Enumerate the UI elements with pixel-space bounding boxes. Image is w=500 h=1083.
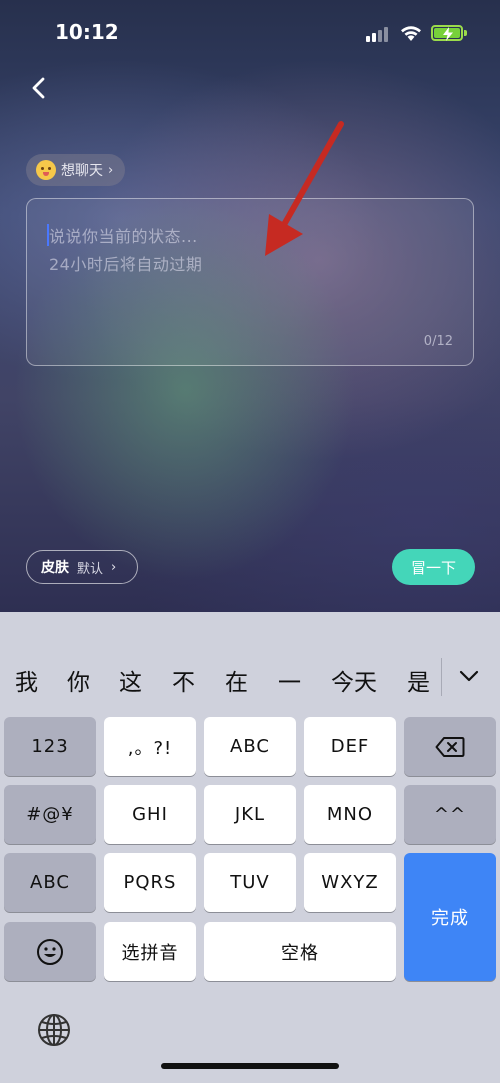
key-symbols[interactable]: #@¥ [4, 785, 96, 844]
done-button[interactable]: 完成 [404, 853, 496, 981]
status-text-input[interactable]: 说说你当前的状态... 24小时后将自动过期 0/12 [26, 198, 474, 366]
key-ghi[interactable]: GHI [104, 785, 196, 844]
skin-value: 默认 [77, 561, 104, 577]
candidate-word[interactable]: 一 [278, 663, 301, 697]
wifi-icon [401, 26, 421, 41]
placeholder-line-1: 说说你当前的状态... [49, 227, 198, 246]
candidate-word[interactable]: 你 [67, 663, 90, 697]
status-time: 10:12 [55, 20, 119, 44]
key-numbers[interactable]: 123 [4, 717, 96, 776]
mood-label: 想聊天 [61, 163, 103, 179]
key-mno[interactable]: MNO [304, 785, 396, 844]
key-emoji[interactable] [4, 922, 96, 981]
candidate-word[interactable]: 我 [15, 663, 38, 697]
submit-button[interactable]: 冒一下 [392, 549, 475, 585]
cellular-signal-icon [366, 26, 390, 42]
chevron-right-icon: › [111, 559, 117, 575]
key-punctuation[interactable]: ,。?! [104, 717, 196, 776]
candidate-word[interactable]: 不 [172, 663, 195, 697]
red-arrow-icon [265, 121, 344, 256]
candidate-divider [441, 658, 442, 696]
key-abc-mode[interactable]: ABC [4, 853, 96, 912]
backspace-icon [435, 736, 465, 757]
keyboard: 我 你 这 不 在 一 今天 是 123 ,。?! ABC DEF #@¥ GH… [0, 612, 500, 1083]
mood-selector-chip[interactable]: 想聊天 › [26, 154, 126, 186]
key-delete[interactable] [404, 717, 496, 776]
candidate-bar: 我 你 这 不 在 一 今天 是 [0, 652, 500, 702]
skin-label: 皮肤 [41, 560, 69, 576]
charging-bolt-icon [443, 27, 453, 41]
chevron-right-icon: › [108, 162, 114, 178]
battery-cap [464, 30, 467, 36]
skin-button[interactable]: 皮肤 默认 › [26, 550, 138, 584]
key-tuv[interactable]: TUV [204, 853, 296, 912]
key-abc[interactable]: ABC [204, 717, 296, 776]
expand-candidates-chevron-down-icon[interactable] [455, 662, 483, 690]
candidate-word[interactable]: 在 [225, 663, 248, 697]
key-jkl[interactable]: JKL [204, 785, 296, 844]
status-bar: 10:12 [0, 0, 500, 64]
candidate-word[interactable]: 这 [119, 663, 142, 697]
smiling-face-icon [36, 160, 56, 180]
key-pinyin-select[interactable]: 选拼音 [104, 922, 196, 981]
emoji-face-icon [37, 938, 63, 965]
candidate-word[interactable]: 是 [407, 663, 430, 697]
globe-icon[interactable] [36, 1012, 72, 1048]
key-emoticon[interactable]: ^^ [404, 785, 496, 844]
key-pqrs[interactable]: PQRS [104, 853, 196, 912]
key-wxyz[interactable]: WXYZ [304, 853, 396, 912]
back-button[interactable] [24, 72, 56, 104]
home-indicator [161, 1063, 339, 1069]
placeholder-line-2: 24小时后将自动过期 [49, 255, 203, 274]
app-screen: 10:12 想聊天 › 说说你当前的状态... 24小时后将自动过期 0/12 [0, 0, 500, 612]
key-def[interactable]: DEF [304, 717, 396, 776]
candidate-word[interactable]: 今天 [331, 663, 377, 697]
key-space[interactable]: 空格 [204, 922, 396, 981]
character-counter: 0/12 [423, 334, 453, 349]
